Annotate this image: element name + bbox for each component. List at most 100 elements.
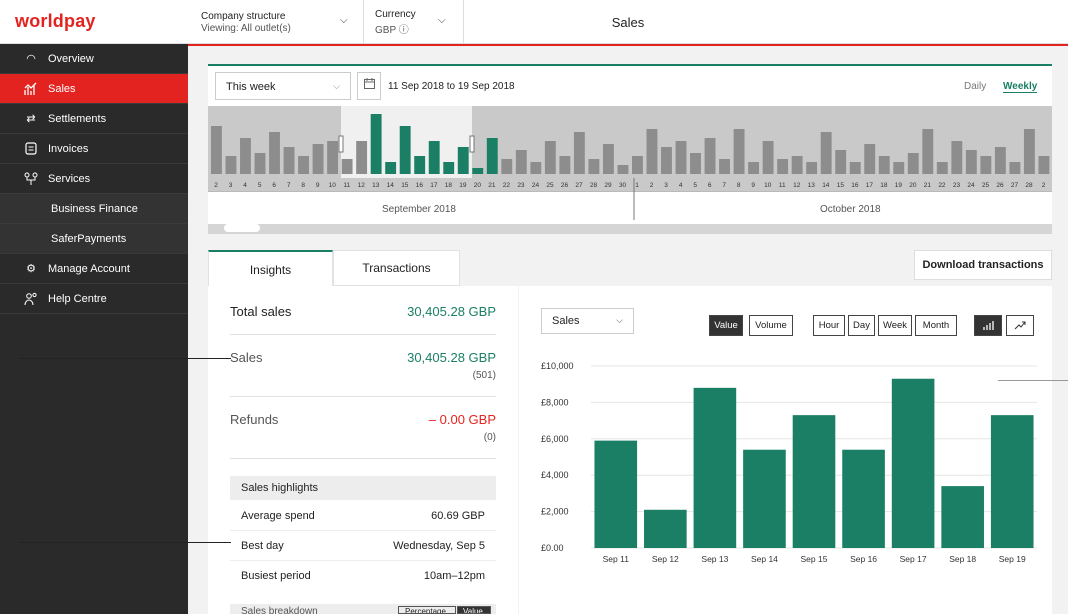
timeline-overview-svg: 2 3 4 5 6 7 8 9 10 11 12 13 14 15 16 17 18 19 20 21 22 23 24 25…	[208, 106, 1052, 234]
timeline-bar	[472, 168, 484, 174]
sidebar-item-services[interactable]: Services	[0, 164, 188, 194]
sales-highlights-title: Sales highlights	[241, 482, 319, 494]
tab-transactions[interactable]: Transactions	[333, 250, 460, 286]
sidebar-item-label: Manage Account	[48, 262, 130, 275]
timeline-bar	[225, 156, 237, 174]
people-icon	[24, 292, 38, 306]
timeline-day-label: 5	[258, 182, 262, 189]
period-dropdown[interactable]: This week ⌵	[215, 72, 351, 100]
timeline-day-label: 20	[909, 182, 917, 189]
timeline-day-label: 22	[503, 182, 511, 189]
timeline-bar	[994, 147, 1006, 174]
sidebar-item-settlements[interactable]: ⇄ Settlements	[0, 104, 188, 134]
sidebar-item-label: Services	[48, 172, 91, 185]
x-tick-label: Sep 14	[751, 554, 778, 564]
timeline-bar	[559, 156, 571, 174]
timeline-bar	[588, 159, 600, 174]
timeline-bar	[544, 141, 556, 174]
timeline-day-label: 30	[619, 182, 627, 189]
page-title: Sales	[611, 15, 645, 30]
timeline-day-label: 11	[343, 182, 350, 189]
timeline-day-label: 17	[430, 182, 438, 189]
timeline-day-label: 21	[488, 182, 496, 189]
timeline-bar	[646, 129, 658, 174]
y-tick-label: £10,000	[541, 361, 574, 371]
month-label-september: September 2018	[382, 204, 456, 215]
calendar-icon[interactable]	[357, 72, 381, 100]
timeline-bar	[414, 156, 426, 174]
timeline-overview-chart[interactable]: 2 3 4 5 6 7 8 9 10 11 12 13 14 15 16 17 18 19 20 21 22 23 24 25…	[208, 106, 1052, 234]
sidebar-item-business-finance[interactable]: Business Finance	[0, 194, 188, 224]
divider	[230, 334, 496, 335]
download-transactions-button[interactable]: Download transactions	[914, 250, 1052, 280]
sales-count: (501)	[472, 370, 496, 381]
tab-insights-label: Insights	[249, 262, 292, 277]
timeline-bar	[849, 162, 861, 174]
timeline-bar	[965, 150, 977, 174]
scroll-thumb	[224, 224, 260, 232]
timeline-day-label: 11	[779, 182, 786, 189]
sidebar-item-label: Business Finance	[51, 202, 138, 215]
timeline-bar	[690, 153, 701, 174]
sidebar-item-overview[interactable]: ◠ Overview	[0, 44, 188, 74]
timeline-bar	[820, 132, 832, 174]
sidebar-item-saferpayments[interactable]: SaferPayments	[0, 224, 188, 254]
timeline-bar	[240, 138, 251, 174]
timeline-bar	[269, 132, 280, 174]
daily-toggle[interactable]: Daily	[964, 81, 986, 92]
timeline-day-label: 28	[1025, 182, 1033, 189]
timeline-day-label: 17	[866, 182, 874, 189]
timeline-day-label: 22	[938, 182, 946, 189]
month-label-october: October 2018	[820, 204, 881, 215]
percentage-toggle[interactable]: Percentage	[398, 606, 456, 614]
timeline-bar	[211, 126, 222, 174]
annotation-line	[20, 358, 231, 359]
best-day-value: Wednesday, Sep 5	[393, 539, 485, 552]
tab-insights[interactable]: Insights	[208, 250, 333, 287]
timeline-bar	[704, 138, 716, 174]
timeline-day-label: 26	[996, 182, 1004, 189]
bar	[842, 449, 885, 548]
timeline-day-label: 3	[229, 182, 233, 189]
bar	[941, 486, 984, 548]
timeline-bar	[356, 141, 368, 174]
y-tick-label: £8,000	[541, 397, 569, 407]
logo-bar: worldpay	[0, 0, 188, 44]
services-icon	[24, 172, 38, 186]
timeline-day-label: 13	[372, 182, 380, 189]
timeline-bar	[1023, 129, 1035, 174]
busiest-period-label: Busiest period	[241, 570, 311, 582]
x-tick-label: Sep 11	[603, 554, 630, 564]
timeline-bar	[501, 159, 513, 174]
scroll-track	[208, 224, 1052, 234]
timeline-bar	[835, 150, 847, 174]
timeline-bar	[385, 162, 397, 174]
timeline-day-label: 1	[635, 182, 639, 189]
timeline-day-label: 29	[604, 182, 612, 189]
weekly-toggle[interactable]: Weekly	[1003, 81, 1038, 93]
timeline-day-label: 14	[822, 182, 830, 189]
worldpay-logo[interactable]: worldpay	[15, 11, 96, 32]
timeline-bar	[936, 162, 948, 174]
date-range-panel: This week ⌵ 11 Sep 2018 to 19 Sep 2018 D…	[208, 64, 1052, 234]
timeline-bar	[661, 147, 672, 174]
sidebar-item-invoices[interactable]: Invoices	[0, 134, 188, 164]
sidebar-item-help-centre[interactable]: Help Centre	[0, 284, 188, 314]
bar	[891, 378, 935, 548]
timeline-bar	[254, 153, 266, 174]
timeline-bar	[806, 162, 818, 174]
selection-handle-left	[338, 135, 344, 153]
y-tick-label: £2,000	[541, 507, 569, 517]
timeline-day-label: 7	[722, 182, 726, 189]
timeline-bar	[457, 147, 469, 174]
sidebar-item-manage-account[interactable]: ⚙ Manage Account	[0, 254, 188, 284]
y-tick-label: £0.00	[541, 543, 564, 553]
value-toggle[interactable]: Value	[457, 606, 491, 614]
sidebar-item-label: SaferPayments	[51, 232, 127, 245]
sidebar-item-sales[interactable]: Sales	[0, 74, 188, 104]
timeline-bar	[951, 141, 963, 174]
y-tick-label: £6,000	[541, 434, 569, 444]
timeline-day-label: 4	[243, 182, 247, 189]
divider	[230, 396, 496, 397]
sidebar: worldpay ◠ Overview Sales ⇄ Settlements …	[0, 0, 188, 614]
